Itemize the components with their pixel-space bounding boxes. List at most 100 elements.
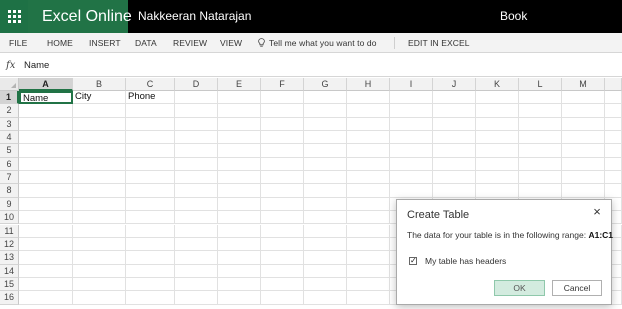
cell-a16[interactable] xyxy=(19,291,73,305)
cell-a8[interactable] xyxy=(19,184,73,198)
cell-b4[interactable] xyxy=(73,131,126,145)
cell-b1[interactable]: City xyxy=(73,91,126,105)
cell-c13[interactable] xyxy=(126,251,175,265)
row-header-5[interactable]: 5 xyxy=(0,144,19,158)
cell-m6[interactable] xyxy=(562,157,605,172)
cell-a2[interactable] xyxy=(19,104,73,118)
user-name[interactable]: Nakkeeran Natarajan xyxy=(138,0,251,33)
cell-c11[interactable] xyxy=(126,224,175,238)
cell-g1[interactable] xyxy=(304,91,347,105)
row-header-13[interactable]: 13 xyxy=(0,251,19,265)
row-header-16[interactable]: 16 xyxy=(0,291,19,305)
cell-i4[interactable] xyxy=(390,131,433,145)
cell-d14[interactable] xyxy=(175,264,218,278)
cell-g12[interactable] xyxy=(304,237,347,252)
cell-h15[interactable] xyxy=(347,277,390,292)
cell-l3[interactable] xyxy=(519,117,562,132)
cell-h9[interactable] xyxy=(347,197,390,212)
cancel-button[interactable]: Cancel xyxy=(552,280,602,296)
cell-g2[interactable] xyxy=(304,104,347,118)
cell-j5[interactable] xyxy=(433,144,476,158)
document-title[interactable]: Book xyxy=(500,0,527,33)
cell-k2[interactable] xyxy=(476,104,519,118)
cell-m7[interactable] xyxy=(562,171,605,185)
cell-l8[interactable] xyxy=(519,184,562,198)
cell-c10[interactable] xyxy=(126,211,175,225)
cell-a6[interactable] xyxy=(19,157,73,172)
cell-h3[interactable] xyxy=(347,117,390,132)
cell-d8[interactable] xyxy=(175,184,218,198)
cell-c1[interactable]: Phone xyxy=(126,91,175,105)
column-header-i[interactable]: I xyxy=(390,78,433,91)
cell-j4[interactable] xyxy=(433,131,476,145)
cell-e6[interactable] xyxy=(218,157,261,172)
tell-me-search[interactable]: Tell me what you want to do xyxy=(258,33,377,53)
row-header-2[interactable]: 2 xyxy=(0,104,19,118)
cell-i2[interactable] xyxy=(390,104,433,118)
cell-k5[interactable] xyxy=(476,144,519,158)
cell-b3[interactable] xyxy=(73,117,126,132)
cell-f1[interactable] xyxy=(261,91,304,105)
cell-f6[interactable] xyxy=(261,157,304,172)
cell-g15[interactable] xyxy=(304,277,347,292)
tab-view[interactable]: VIEW xyxy=(220,33,242,53)
cell-h12[interactable] xyxy=(347,237,390,252)
cell-a7[interactable] xyxy=(19,171,73,185)
cell-k4[interactable] xyxy=(476,131,519,145)
cell-i1[interactable] xyxy=(390,91,433,105)
cell-f11[interactable] xyxy=(261,224,304,238)
cell-e8[interactable] xyxy=(218,184,261,198)
cell-d4[interactable] xyxy=(175,131,218,145)
cell-j7[interactable] xyxy=(433,171,476,185)
cell-a13[interactable] xyxy=(19,251,73,265)
cell-b13[interactable] xyxy=(73,251,126,265)
cell-d15[interactable] xyxy=(175,277,218,292)
cell-a11[interactable] xyxy=(19,224,73,238)
cell-d11[interactable] xyxy=(175,224,218,238)
cell-e13[interactable] xyxy=(218,251,261,265)
column-header-j[interactable]: J xyxy=(433,78,476,91)
column-header-a[interactable]: A xyxy=(19,78,73,91)
cell-d9[interactable] xyxy=(175,197,218,212)
cell-b8[interactable] xyxy=(73,184,126,198)
cell-e10[interactable] xyxy=(218,211,261,225)
column-header-c[interactable]: C xyxy=(126,78,175,91)
cell-f14[interactable] xyxy=(261,264,304,278)
cell-a10[interactable] xyxy=(19,211,73,225)
cell-h5[interactable] xyxy=(347,144,390,158)
cell-g3[interactable] xyxy=(304,117,347,132)
cell-k7[interactable] xyxy=(476,171,519,185)
cell-e1[interactable] xyxy=(218,91,261,105)
cell-f2[interactable] xyxy=(261,104,304,118)
row-header-15[interactable]: 15 xyxy=(0,277,19,292)
cell-j6[interactable] xyxy=(433,157,476,172)
cell-c15[interactable] xyxy=(126,277,175,292)
column-header-l[interactable]: L xyxy=(519,78,562,91)
cell-i8[interactable] xyxy=(390,184,433,198)
row-header-14[interactable]: 14 xyxy=(0,264,19,278)
column-header-k[interactable]: K xyxy=(476,78,519,91)
row-header-7[interactable]: 7 xyxy=(0,171,19,185)
cell-g5[interactable] xyxy=(304,144,347,158)
cell-m1[interactable] xyxy=(562,91,605,105)
app-launcher-button[interactable] xyxy=(0,0,28,33)
cell-j2[interactable] xyxy=(433,104,476,118)
cell-k6[interactable] xyxy=(476,157,519,172)
cell-c2[interactable] xyxy=(126,104,175,118)
close-icon[interactable]: × xyxy=(591,205,603,219)
cell-h11[interactable] xyxy=(347,224,390,238)
cell-e5[interactable] xyxy=(218,144,261,158)
cell-g11[interactable] xyxy=(304,224,347,238)
column-header-h[interactable]: H xyxy=(347,78,390,91)
cell-f12[interactable] xyxy=(261,237,304,252)
cell-f10[interactable] xyxy=(261,211,304,225)
cell-e4[interactable] xyxy=(218,131,261,145)
cell-f9[interactable] xyxy=(261,197,304,212)
cell-a4[interactable] xyxy=(19,131,73,145)
cell-f8[interactable] xyxy=(261,184,304,198)
row-header-3[interactable]: 3 xyxy=(0,117,19,132)
cell-f4[interactable] xyxy=(261,131,304,145)
tab-insert[interactable]: INSERT xyxy=(89,33,121,53)
app-brand[interactable]: Excel Online xyxy=(28,0,132,33)
cell-l7[interactable] xyxy=(519,171,562,185)
